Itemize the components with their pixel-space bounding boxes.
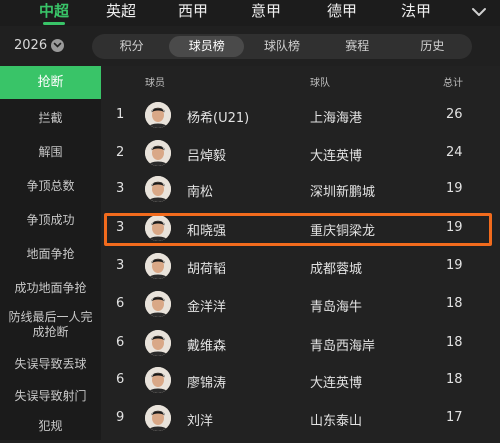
avatar (145, 102, 171, 128)
total-value: 19 (446, 220, 463, 235)
more-leagues-button[interactable] (468, 3, 490, 21)
avatar (145, 367, 171, 393)
total-value: 18 (446, 372, 463, 387)
sidebar-item-clearances[interactable]: 解围 (0, 135, 101, 169)
table-row[interactable]: 3 胡荷韬 成都蓉城 19 (101, 247, 500, 285)
total-value: 24 (446, 145, 463, 160)
tab-league-ligue1[interactable]: 法甲 (392, 0, 440, 26)
team-name: 大连英博 (310, 149, 363, 164)
rank: 6 (116, 335, 125, 350)
tab-standings[interactable]: 积分 (94, 36, 169, 57)
tab-league-epl[interactable]: 英超 (97, 0, 145, 26)
tab-league-csl[interactable]: 中超 (30, 0, 78, 26)
season-selector[interactable]: 2026 (14, 38, 65, 53)
team-name: 青岛海牛 (310, 300, 363, 315)
player-name: 戴维森 (187, 339, 227, 354)
view-segment-control: 积分 球员榜 球队榜 赛程 历史 (92, 34, 472, 59)
rank: 9 (116, 410, 125, 425)
rank: 1 (116, 107, 125, 122)
table-row[interactable]: 6 戴维森 青岛西海岸 18 (101, 324, 500, 362)
sidebar-item-aerial-total[interactable]: 争顶总数 (0, 169, 101, 203)
player-name: 南松 (187, 185, 214, 200)
table-row[interactable]: 9 刘洋 山东泰山 17 (101, 399, 500, 437)
sidebar-item-tackles[interactable]: 抢断 (0, 66, 101, 99)
team-name: 青岛西海岸 (310, 339, 376, 354)
team-name: 大连英博 (310, 376, 363, 391)
player-name: 吕焯毅 (187, 149, 227, 164)
player-name: 和晓强 (187, 224, 227, 239)
rank: 6 (116, 372, 125, 387)
team-name: 山东泰山 (310, 414, 363, 429)
avatar (145, 291, 171, 317)
sub-header: 2026 积分 球员榜 球队榜 赛程 历史 (0, 27, 500, 65)
table-row[interactable]: 6 金洋洋 青岛海牛 18 (101, 285, 500, 323)
tab-league-bundesliga[interactable]: 德甲 (318, 0, 366, 26)
team-name: 重庆铜梁龙 (310, 224, 376, 239)
player-name: 金洋洋 (187, 300, 227, 315)
total-value: 26 (446, 107, 463, 122)
avatar (145, 330, 171, 356)
team-name: 深圳新鹏城 (310, 185, 376, 200)
team-name: 上海海港 (310, 111, 363, 126)
header-total: 总计 (443, 78, 463, 89)
total-value: 18 (446, 335, 463, 350)
total-value: 17 (446, 410, 463, 425)
rank: 3 (116, 181, 125, 196)
table-row[interactable]: 3 南松 深圳新鹏城 19 (101, 170, 500, 208)
tab-history[interactable]: 历史 (395, 36, 470, 57)
player-name: 杨希(U21) (187, 111, 250, 126)
avatar (145, 405, 171, 431)
player-name: 胡荷韬 (187, 262, 227, 277)
chevron-down-icon (472, 8, 486, 16)
sidebar-item-interceptions[interactable]: 拦截 (0, 101, 101, 135)
player-ranking-table: 球员 球队 总计 1 杨希(U21) 上海海港 26 2 吕焯毅 大连英博 24 3 南松 深圳新鹏… (101, 66, 500, 440)
rank: 3 (116, 258, 125, 273)
table-row[interactable]: 6 廖锦涛 大连英博 18 (101, 361, 500, 399)
header-player: 球员 (145, 78, 165, 89)
table-row[interactable]: 1 杨希(U21) 上海海港 26 (101, 96, 500, 134)
avatar (145, 215, 171, 241)
table-header: 球员 球队 总计 (101, 66, 500, 96)
sidebar-item-error-led-to-shot[interactable]: 失误导致射门 (0, 379, 101, 413)
league-tab-bar: 中超 英超 西甲 意甲 德甲 法甲 (0, 0, 500, 26)
tab-player-rankings[interactable]: 球员榜 (169, 36, 245, 57)
chevron-down-icon (51, 39, 65, 52)
avatar (145, 253, 171, 279)
player-name: 廖锦涛 (187, 376, 227, 391)
table-row[interactable]: 3 和晓强 重庆铜梁龙 19 (101, 209, 500, 247)
tab-team-rankings[interactable]: 球队榜 (244, 36, 319, 57)
sidebar-item-fouls[interactable]: 犯规 (0, 409, 101, 443)
tab-schedule[interactable]: 赛程 (320, 36, 395, 57)
stat-category-sidebar: 抢断 拦截 解围 争顶总数 争顶成功 地面争抢 成功地面争抢 防线最后一人完成抢… (0, 66, 101, 440)
player-name: 刘洋 (187, 414, 214, 429)
sidebar-item-error-led-to-goal[interactable]: 失误导致丢球 (0, 347, 101, 381)
avatar (145, 140, 171, 166)
total-value: 19 (446, 181, 463, 196)
total-value: 19 (446, 258, 463, 273)
sidebar-item-ground-duels-won[interactable]: 成功地面争抢 (0, 271, 101, 305)
sidebar-item-ground-duels[interactable]: 地面争抢 (0, 237, 101, 271)
rank: 2 (116, 145, 125, 160)
season-label: 2026 (14, 38, 48, 53)
header-team: 球队 (310, 78, 330, 89)
rank: 6 (116, 296, 125, 311)
avatar (145, 176, 171, 202)
tab-league-laliga[interactable]: 西甲 (169, 0, 217, 26)
sidebar-item-aerial-won[interactable]: 争顶成功 (0, 203, 101, 237)
sidebar-item-last-man-tackle[interactable]: 防线最后一人完成抢断 (0, 306, 101, 344)
rank: 3 (116, 220, 125, 235)
tab-league-seriea[interactable]: 意甲 (242, 0, 290, 26)
team-name: 成都蓉城 (310, 262, 363, 277)
table-row[interactable]: 2 吕焯毅 大连英博 24 (101, 134, 500, 172)
total-value: 18 (446, 296, 463, 311)
